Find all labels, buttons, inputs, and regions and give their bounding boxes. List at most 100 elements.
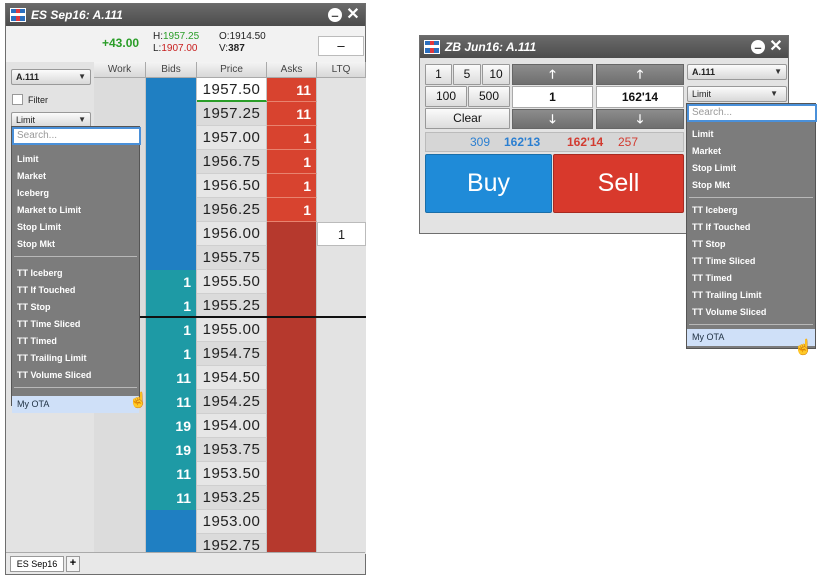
dropdown-item[interactable]: Iceberg bbox=[12, 185, 139, 202]
dropdown-item-my-ota[interactable]: My OTA bbox=[12, 396, 139, 413]
ask-cell[interactable]: 11 bbox=[267, 102, 317, 126]
ask-cell[interactable]: 1 bbox=[267, 198, 317, 222]
qty-1-button[interactable]: 1 bbox=[425, 64, 452, 85]
ask-cell[interactable] bbox=[267, 414, 317, 438]
dropdown-item[interactable]: TT Timed bbox=[687, 270, 815, 287]
price-cell[interactable]: 1956.50 bbox=[197, 174, 267, 198]
price-cell[interactable]: 1955.00 bbox=[197, 318, 267, 342]
qty-10-button[interactable]: 10 bbox=[482, 64, 510, 85]
bid-cell[interactable]: 1 bbox=[146, 294, 197, 318]
minimize-icon[interactable]: – bbox=[328, 8, 342, 22]
bid-cell[interactable]: 1 bbox=[146, 270, 197, 294]
price-cell[interactable]: 1953.00 bbox=[197, 510, 267, 534]
close-icon[interactable]: ✕ bbox=[769, 39, 783, 55]
ask-cell[interactable]: 1 bbox=[267, 174, 317, 198]
dropdown-item[interactable]: TT Volume Sliced bbox=[12, 367, 139, 384]
qty-500-button[interactable]: 500 bbox=[468, 86, 510, 107]
add-tab-button[interactable]: + bbox=[66, 556, 80, 572]
dropdown-item[interactable]: TT Iceberg bbox=[12, 265, 139, 282]
work-cell[interactable] bbox=[94, 414, 146, 438]
ticket-account-select[interactable]: A.111 ▼ bbox=[687, 64, 787, 80]
price-down-arrow-icon[interactable]: 🡓 bbox=[596, 109, 684, 129]
ask-cell[interactable] bbox=[267, 390, 317, 414]
ask-cell[interactable] bbox=[267, 318, 317, 342]
bid-cell[interactable] bbox=[146, 222, 197, 246]
ticket-titlebar[interactable]: ZB Jun16: A.111 – ✕ bbox=[420, 36, 788, 58]
qty-down-arrow-icon[interactable]: 🡓 bbox=[512, 109, 593, 129]
account-select[interactable]: A.111 ▼ bbox=[11, 69, 91, 85]
price-cell[interactable]: 1953.75 bbox=[197, 438, 267, 462]
sell-button[interactable]: Sell bbox=[553, 154, 684, 213]
ask-cell[interactable] bbox=[267, 270, 317, 294]
price-cell[interactable]: 1954.25 bbox=[197, 390, 267, 414]
price-cell[interactable]: 1952.75 bbox=[197, 534, 267, 554]
ticket-order-type-select[interactable]: Limit ▼ bbox=[687, 86, 787, 102]
quantity-field[interactable]: 1 bbox=[512, 86, 593, 108]
dropdown-item[interactable]: Stop Mkt bbox=[12, 236, 139, 253]
dropdown-item[interactable]: TT Volume Sliced bbox=[687, 304, 815, 321]
price-cell[interactable]: 1957.00 bbox=[197, 126, 267, 150]
dropdown-item[interactable]: Market to Limit bbox=[12, 202, 139, 219]
ask-cell[interactable]: 11 bbox=[267, 78, 317, 102]
ask-cell[interactable] bbox=[267, 246, 317, 270]
dash-button[interactable]: – bbox=[318, 36, 364, 56]
dropdown-item[interactable]: TT Stop bbox=[12, 299, 139, 316]
bid-cell[interactable]: 19 bbox=[146, 438, 197, 462]
work-cell[interactable] bbox=[94, 462, 146, 486]
ask-cell[interactable] bbox=[267, 486, 317, 510]
col-header-work[interactable]: Work bbox=[94, 62, 146, 78]
work-cell[interactable] bbox=[94, 438, 146, 462]
bid-cell[interactable]: 1 bbox=[146, 342, 197, 366]
bid-cell[interactable]: 11 bbox=[146, 390, 197, 414]
bid-cell[interactable]: 11 bbox=[146, 462, 197, 486]
dropdown-item[interactable]: Limit bbox=[687, 126, 815, 143]
col-header-bids[interactable]: Bids bbox=[146, 62, 197, 78]
dropdown-item[interactable]: Stop Limit bbox=[687, 160, 815, 177]
ask-cell[interactable]: 1 bbox=[267, 150, 317, 174]
buy-button[interactable]: Buy bbox=[425, 154, 552, 213]
col-header-price[interactable]: Price bbox=[197, 62, 267, 78]
bid-cell[interactable] bbox=[146, 174, 197, 198]
minimize-icon[interactable]: – bbox=[751, 40, 765, 54]
ask-cell[interactable] bbox=[267, 534, 317, 554]
dropdown-item[interactable]: Limit bbox=[12, 151, 139, 168]
col-header-ltq[interactable]: LTQ bbox=[317, 62, 366, 78]
ask-cell[interactable] bbox=[267, 510, 317, 534]
bid-cell[interactable] bbox=[146, 198, 197, 222]
price-field[interactable]: 162'14 bbox=[596, 86, 684, 108]
ask-cell[interactable] bbox=[267, 294, 317, 318]
dropdown-item[interactable]: TT Time Sliced bbox=[687, 253, 815, 270]
ask-cell[interactable]: 1 bbox=[267, 126, 317, 150]
dropdown-item[interactable]: TT Iceberg bbox=[687, 202, 815, 219]
dropdown-item[interactable]: TT If Touched bbox=[687, 219, 815, 236]
qty-up-arrow-icon[interactable]: 🡑 bbox=[512, 64, 593, 85]
ladder-titlebar[interactable]: ES Sep16: A.111 – ✕ bbox=[6, 4, 365, 26]
dropdown-item[interactable]: Stop Limit bbox=[12, 219, 139, 236]
work-cell[interactable] bbox=[94, 78, 146, 102]
bid-cell[interactable]: 1 bbox=[146, 318, 197, 342]
work-cell[interactable] bbox=[94, 510, 146, 534]
ask-cell[interactable] bbox=[267, 462, 317, 486]
bid-cell[interactable] bbox=[146, 78, 197, 102]
dropdown-item[interactable]: TT Stop bbox=[687, 236, 815, 253]
qty-100-button[interactable]: 100 bbox=[425, 86, 467, 107]
price-cell[interactable]: 1954.50 bbox=[197, 366, 267, 390]
qty-5-button[interactable]: 5 bbox=[453, 64, 481, 85]
bid-cell[interactable] bbox=[146, 510, 197, 534]
ticket-dropdown-search-input[interactable]: Search... bbox=[687, 104, 817, 122]
ask-cell[interactable] bbox=[267, 342, 317, 366]
price-cell[interactable]: 1957.50 bbox=[197, 78, 267, 102]
price-cell[interactable]: 1957.25 bbox=[197, 102, 267, 126]
dropdown-item[interactable]: Market bbox=[687, 143, 815, 160]
dropdown-search-input[interactable]: Search... bbox=[12, 127, 141, 145]
price-cell[interactable]: 1954.75 bbox=[197, 342, 267, 366]
bid-cell[interactable]: 11 bbox=[146, 366, 197, 390]
col-header-asks[interactable]: Asks bbox=[267, 62, 317, 78]
dropdown-item[interactable]: TT If Touched bbox=[12, 282, 139, 299]
work-cell[interactable] bbox=[94, 486, 146, 510]
ask-cell[interactable] bbox=[267, 438, 317, 462]
dropdown-item[interactable]: TT Timed bbox=[12, 333, 139, 350]
bid-cell[interactable] bbox=[146, 126, 197, 150]
price-cell[interactable]: 1955.25 bbox=[197, 294, 267, 318]
work-cell[interactable] bbox=[94, 102, 146, 126]
